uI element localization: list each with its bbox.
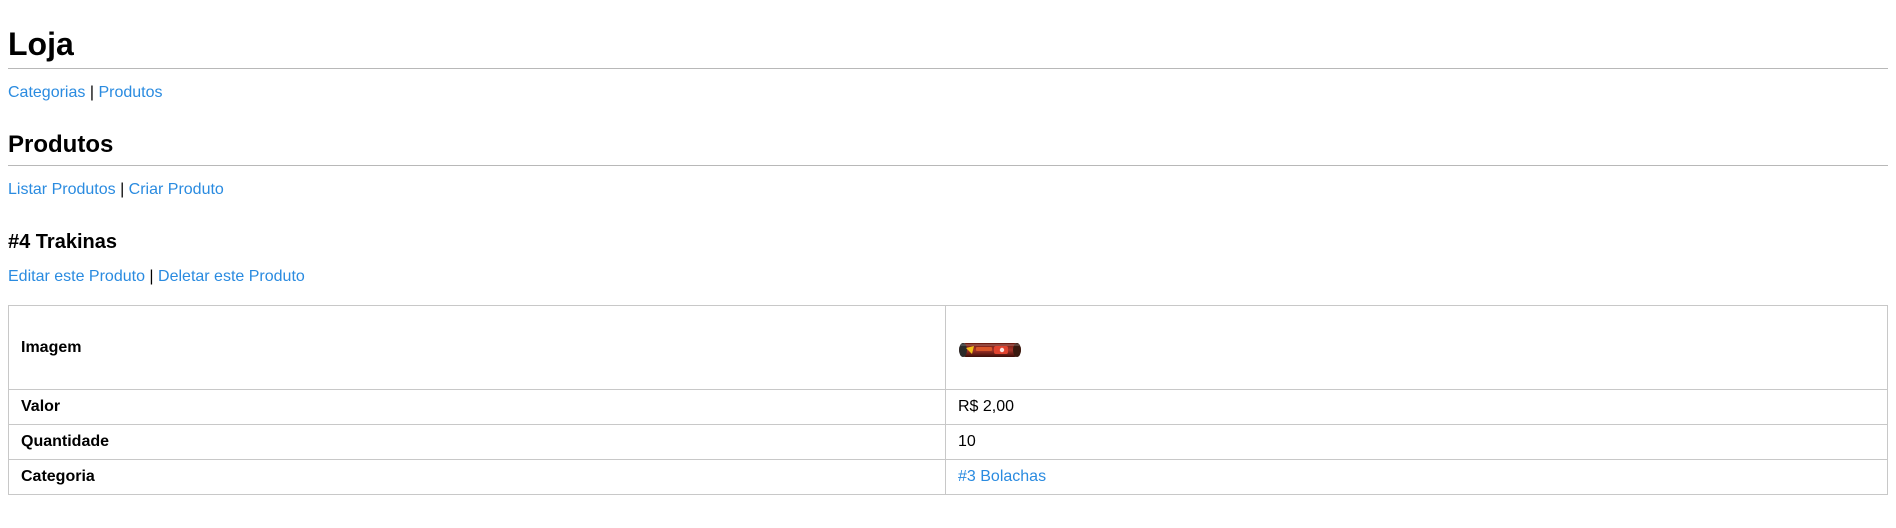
nav-separator: | [89,84,94,101]
product-details-table: Imagem Valor R$ 2,00 Quantidade 10 Categ… [8,305,1888,495]
edit-product-link[interactable]: Editar este Produto [8,268,145,285]
main-nav: Categorias | Produtos [8,69,1888,103]
row-label-imagem: Imagem [8,305,946,390]
nav-link-categorias[interactable]: Categorias [8,84,85,101]
sub-nav: Listar Produtos | Criar Produto [8,166,1888,200]
table-row: Imagem [8,305,1888,390]
list-products-link[interactable]: Listar Produtos [8,181,116,198]
create-product-link[interactable]: Criar Produto [129,181,224,198]
row-value-valor: R$ 2,00 [945,389,1888,425]
site-title: Loja [8,26,74,62]
nav-link-produtos[interactable]: Produtos [98,84,162,101]
category-value-cell: #3 Bolachas [945,459,1888,495]
nav-separator: | [120,181,125,198]
delete-product-link[interactable]: Deletar este Produto [158,268,305,285]
row-value-quantidade: 10 [945,424,1888,460]
product-title: #4 Trakinas [8,231,117,253]
actions-separator: | [149,268,154,285]
product-actions: Editar este Produto | Deletar este Produ… [8,254,1888,287]
page: Loja Categorias | Produtos Produtos List… [0,0,1896,495]
row-label-valor: Valor [8,389,946,425]
product-image-cell [945,305,1888,390]
table-row: Categoria #3 Bolachas [8,459,1888,495]
section-title: Produtos [8,131,114,158]
category-link[interactable]: #3 Bolachas [958,468,1046,485]
product-image [958,338,1022,362]
table-row: Quantidade 10 [8,424,1888,460]
table-row: Valor R$ 2,00 [8,389,1888,425]
row-label-quantidade: Quantidade [8,424,946,460]
row-label-categoria: Categoria [8,459,946,495]
